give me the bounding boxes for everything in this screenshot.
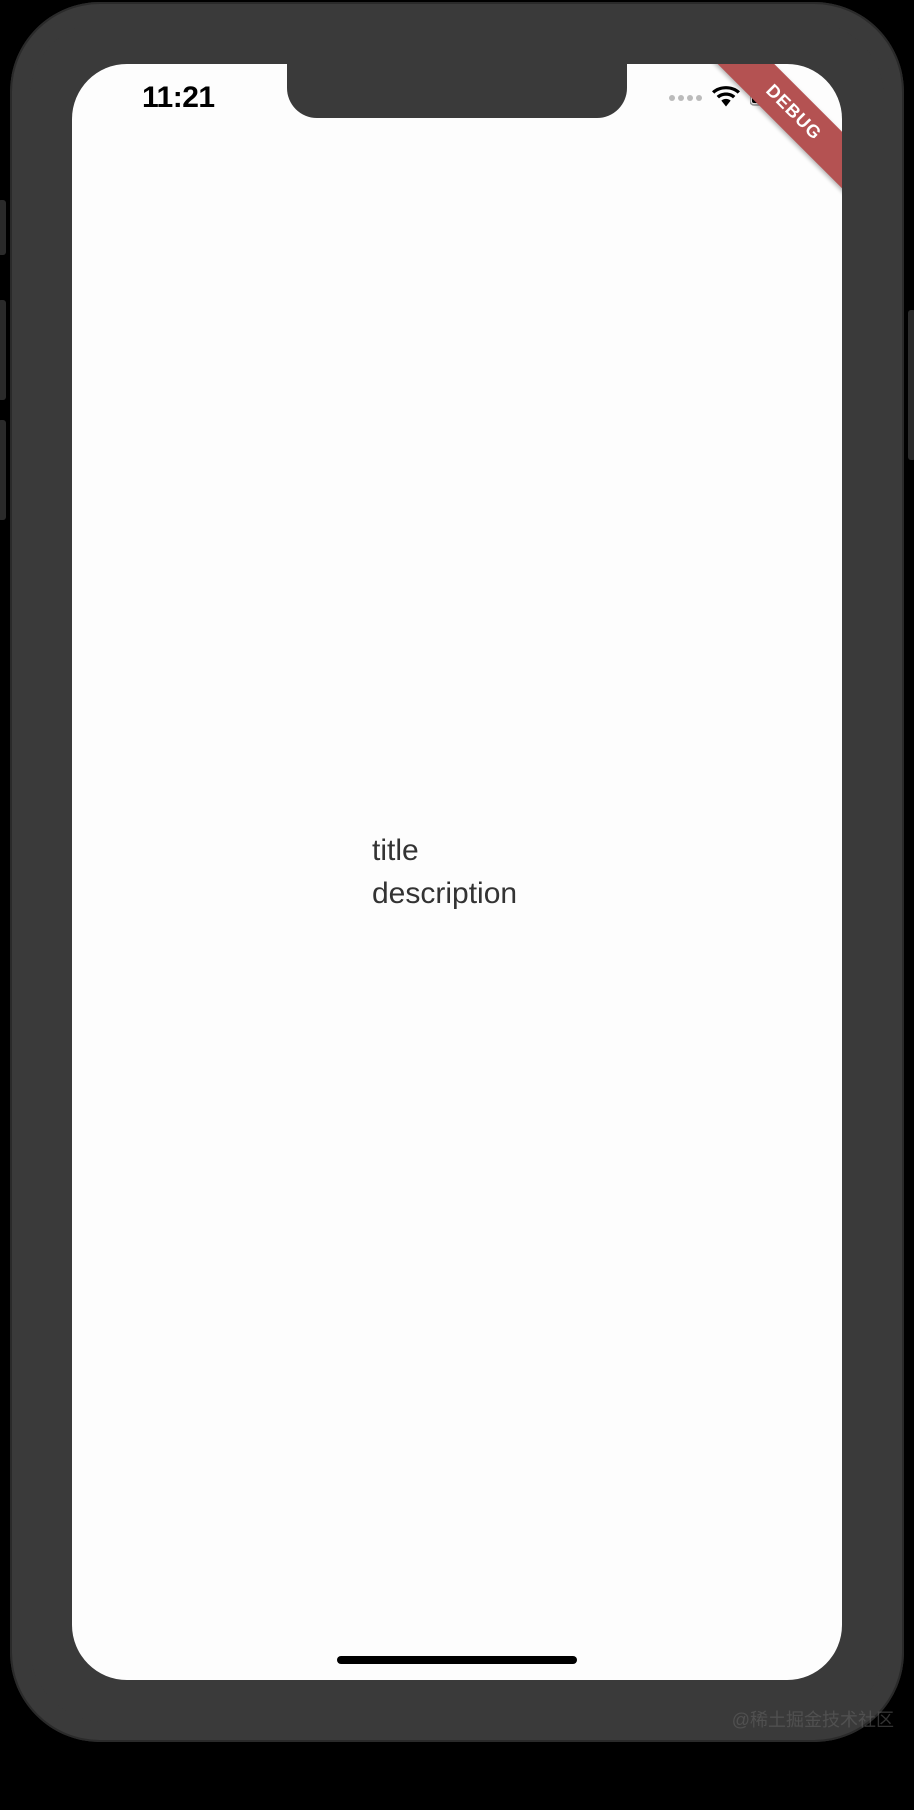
cellular-signal-icon — [669, 95, 702, 101]
phone-silence-button — [0, 200, 6, 255]
phone-power-button — [908, 310, 914, 460]
phone-notch — [287, 64, 627, 118]
phone-volume-down-button — [0, 420, 6, 520]
description-label: description — [372, 874, 517, 913]
phone-frame: 11:21 DEBUG title descr — [10, 2, 904, 1742]
main-content: title description — [72, 64, 842, 1680]
wifi-icon — [712, 85, 740, 112]
status-time: 11:21 — [142, 81, 215, 115]
watermark-text: @稀土掘金技术社区 — [732, 1706, 894, 1732]
phone-volume-up-button — [0, 300, 6, 400]
title-label: title — [372, 831, 419, 870]
phone-inner-frame: 11:21 DEBUG title descr — [30, 22, 884, 1722]
phone-screen: 11:21 DEBUG title descr — [72, 64, 842, 1680]
home-indicator[interactable] — [337, 1656, 577, 1664]
